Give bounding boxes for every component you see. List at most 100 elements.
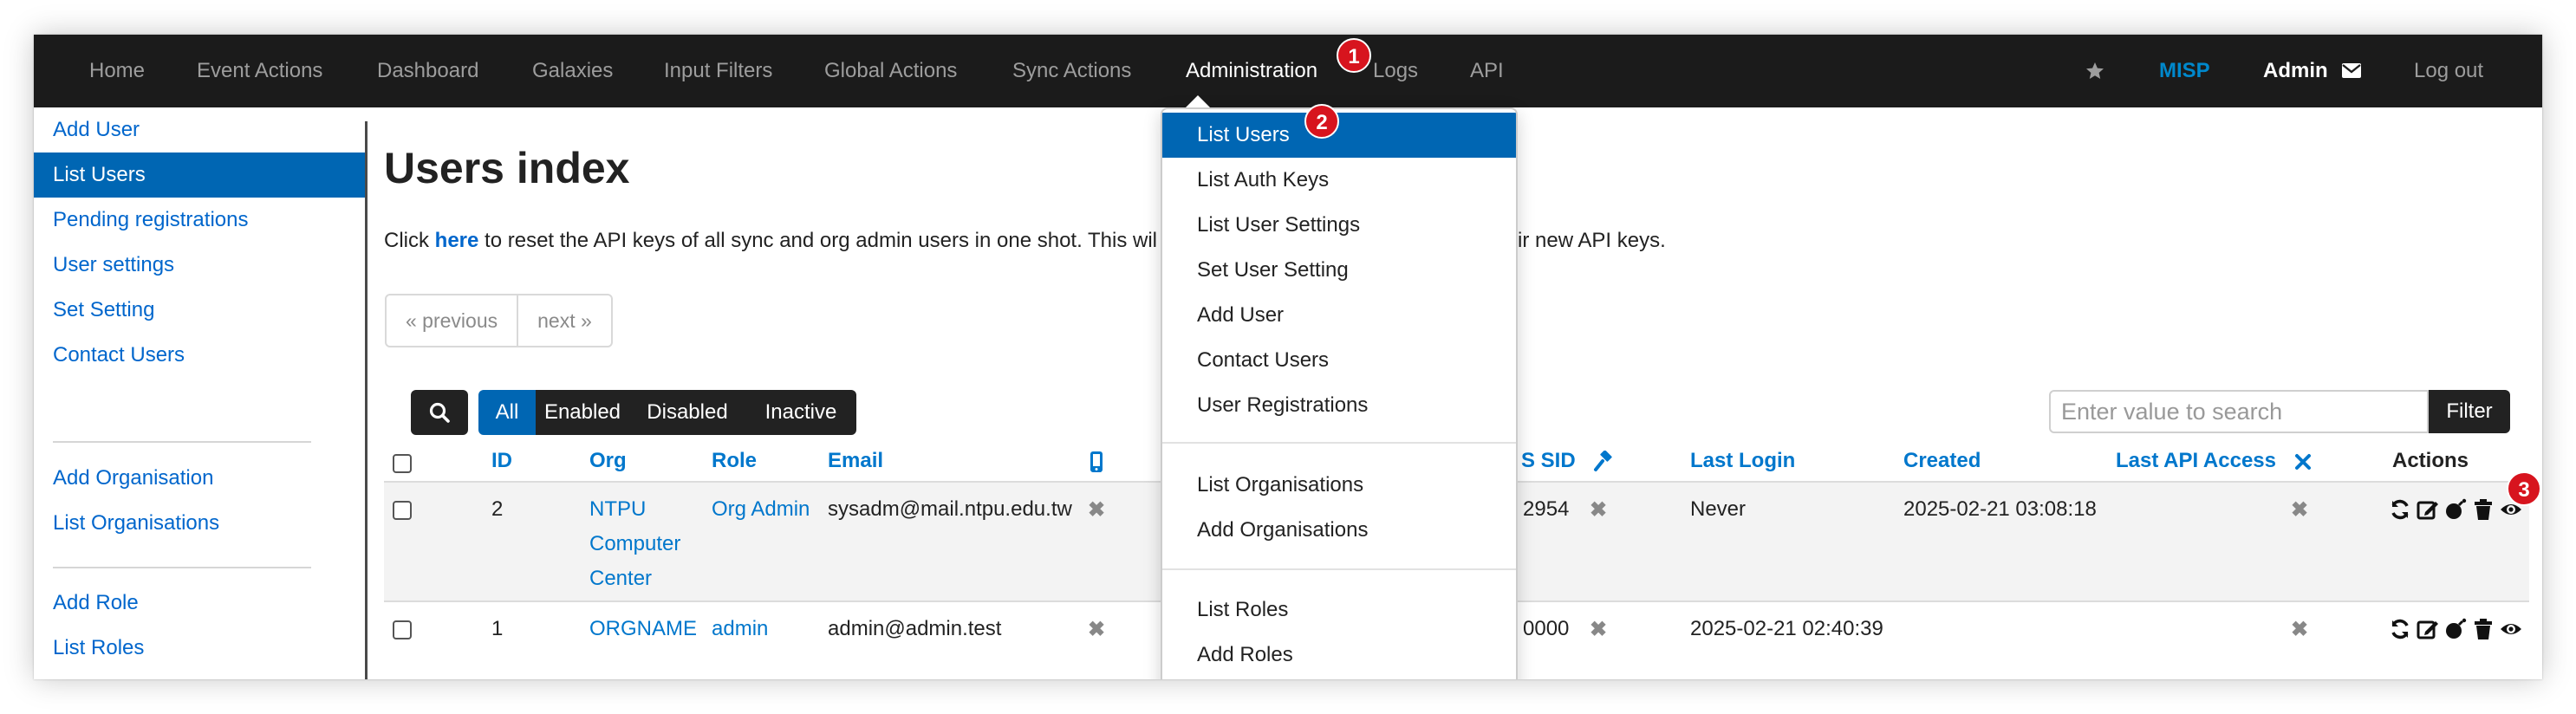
page-title: Users index (384, 144, 630, 192)
sidebar-item-add-user[interactable]: Add User (34, 107, 365, 153)
sidebar-item-list-organisations[interactable]: List Organisations (34, 501, 365, 546)
menu-item-list-roles[interactable]: List Roles (1162, 587, 1516, 633)
menu-item-list-organisations[interactable]: List Organisations (1162, 463, 1516, 508)
col-email[interactable]: Email (828, 449, 883, 473)
sidebar-item-list-roles[interactable]: List Roles (34, 626, 365, 671)
menu-item-list-auth-keys[interactable]: List Auth Keys (1162, 158, 1516, 203)
x-mark-icon: ✖ (2291, 618, 2309, 641)
nav-user-admin[interactable]: Admin (2263, 35, 2328, 107)
menu-item-set-user-setting[interactable]: Set User Setting (1162, 248, 1516, 293)
role-link[interactable]: admin (712, 612, 768, 646)
col-last-api-access[interactable]: Last API Access (2116, 449, 2276, 473)
bomb-icon[interactable] (2444, 498, 2467, 521)
filter-tab-inactive[interactable]: Inactive (745, 390, 856, 435)
nav-logout[interactable]: Log out (2414, 35, 2483, 107)
menu-item-user-registrations[interactable]: User Registrations (1162, 383, 1516, 428)
sidebar-item-contact-users[interactable]: Contact Users (34, 333, 365, 378)
pagination: « previous next » (385, 294, 613, 347)
org-link[interactable]: Computer (589, 527, 680, 561)
trash-icon[interactable] (2472, 498, 2495, 521)
sidebar-item-add-organisation[interactable]: Add Organisation (34, 456, 365, 501)
refresh-icon[interactable] (2389, 618, 2411, 640)
menu-item-list-users[interactable]: List Users (1162, 113, 1516, 158)
user-email: admin@admin.test (828, 617, 1002, 640)
org-link[interactable]: ORGNAME (589, 612, 697, 646)
gpg-sid: 2954 (1523, 497, 1570, 521)
view-icon[interactable] (2500, 618, 2522, 640)
mobile-icon[interactable] (1090, 451, 1103, 473)
bomb-icon[interactable] (2444, 618, 2467, 640)
nav-galaxies[interactable]: Galaxies (532, 35, 613, 107)
menu-item-list-user-settings[interactable]: List User Settings (1162, 203, 1516, 248)
last-login: Never (1690, 497, 1747, 521)
nav-logs[interactable]: Logs (1373, 35, 1418, 107)
administration-dropdown: List Users List Auth Keys List User Sett… (1161, 107, 1518, 679)
info-text-tail: ir new API keys. (1518, 229, 1666, 252)
last-login: 2025-02-21 02:40:39 (1690, 617, 1883, 640)
col-gpg-sid[interactable]: S SID (1521, 449, 1576, 473)
x-mark-icon: ✖ (2291, 498, 2309, 522)
menu-item-add-organisations[interactable]: Add Organisations (1162, 508, 1516, 553)
nav-sync-actions[interactable]: Sync Actions (1012, 35, 1131, 107)
menu-item-add-roles[interactable]: Add Roles (1162, 633, 1516, 678)
nav-global-actions[interactable]: Global Actions (824, 35, 957, 107)
search-toggle-button[interactable] (411, 390, 468, 435)
nav-misp[interactable]: MISP (2159, 35, 2210, 107)
col-created[interactable]: Created (1903, 449, 1981, 473)
nav-dashboard[interactable]: Dashboard (377, 35, 478, 107)
dropdown-caret (1186, 95, 1210, 107)
col-last-login[interactable]: Last Login (1690, 449, 1795, 473)
trash-icon[interactable] (2472, 618, 2495, 640)
gavel-icon[interactable] (1593, 451, 1616, 473)
sidebar-divider (53, 567, 311, 568)
close-icon[interactable] (2294, 453, 2312, 471)
nav-api[interactable]: API (1470, 35, 1504, 107)
select-all-checkbox[interactable] (393, 454, 412, 473)
x-mark-icon: ✖ (1088, 498, 1106, 522)
info-text: to reset the API keys of all sync and or… (478, 229, 1157, 252)
col-role[interactable]: Role (712, 449, 757, 473)
menu-item-add-user[interactable]: Add User (1162, 293, 1516, 338)
menu-item-contact-users[interactable]: Contact Users (1162, 338, 1516, 383)
nav-input-filters[interactable]: Input Filters (664, 35, 772, 107)
info-text: Click (384, 229, 435, 252)
pagination-next[interactable]: next » (517, 295, 611, 346)
top-navbar: Home Event Actions Dashboard Galaxies In… (34, 35, 2542, 107)
nav-home[interactable]: Home (89, 35, 145, 107)
role-link[interactable]: Org Admin (712, 492, 810, 527)
menu-divider (1162, 442, 1516, 444)
col-id[interactable]: ID (491, 449, 512, 473)
step-badge-2: 2 (1304, 104, 1339, 139)
filter-tab-enabled[interactable]: Enabled (536, 390, 629, 435)
search-input[interactable]: Enter value to search (2049, 390, 2429, 433)
sidebar-item-pending-registrations[interactable]: Pending registrations (34, 198, 365, 243)
col-org[interactable]: Org (589, 449, 627, 473)
reset-keys-info: Click here to reset the API keys of all … (384, 229, 1157, 253)
filter-button[interactable]: Filter (2429, 390, 2510, 433)
pagination-previous[interactable]: « previous (387, 295, 517, 346)
sidebar-item-add-role[interactable]: Add Role (34, 581, 365, 626)
envelope-icon[interactable] (2341, 62, 2362, 81)
sidebar-item-user-settings[interactable]: User settings (34, 243, 365, 288)
filter-tab-all[interactable]: All (478, 390, 536, 435)
edit-icon[interactable] (2417, 618, 2439, 640)
row-checkbox[interactable] (393, 620, 412, 639)
refresh-icon[interactable] (2389, 498, 2411, 521)
search-icon (429, 402, 450, 423)
row-checkbox[interactable] (393, 501, 412, 520)
sidebar-border (365, 121, 368, 679)
user-id: 1 (491, 617, 504, 640)
star-icon[interactable] (2085, 61, 2105, 81)
gpg-sid: 0000 (1523, 617, 1570, 640)
sidebar-item-list-users[interactable]: List Users (34, 153, 365, 198)
edit-icon[interactable] (2417, 498, 2439, 521)
nav-event-actions[interactable]: Event Actions (197, 35, 322, 107)
menu-divider (1162, 568, 1516, 570)
user-id: 2 (491, 497, 504, 521)
org-link[interactable]: NTPU (589, 492, 646, 527)
org-link[interactable]: Center (589, 561, 652, 596)
sidebar-item-set-setting[interactable]: Set Setting (34, 288, 365, 333)
x-mark-icon: ✖ (1590, 618, 1608, 641)
filter-tab-disabled[interactable]: Disabled (629, 390, 745, 435)
reset-keys-link[interactable]: here (435, 229, 479, 252)
